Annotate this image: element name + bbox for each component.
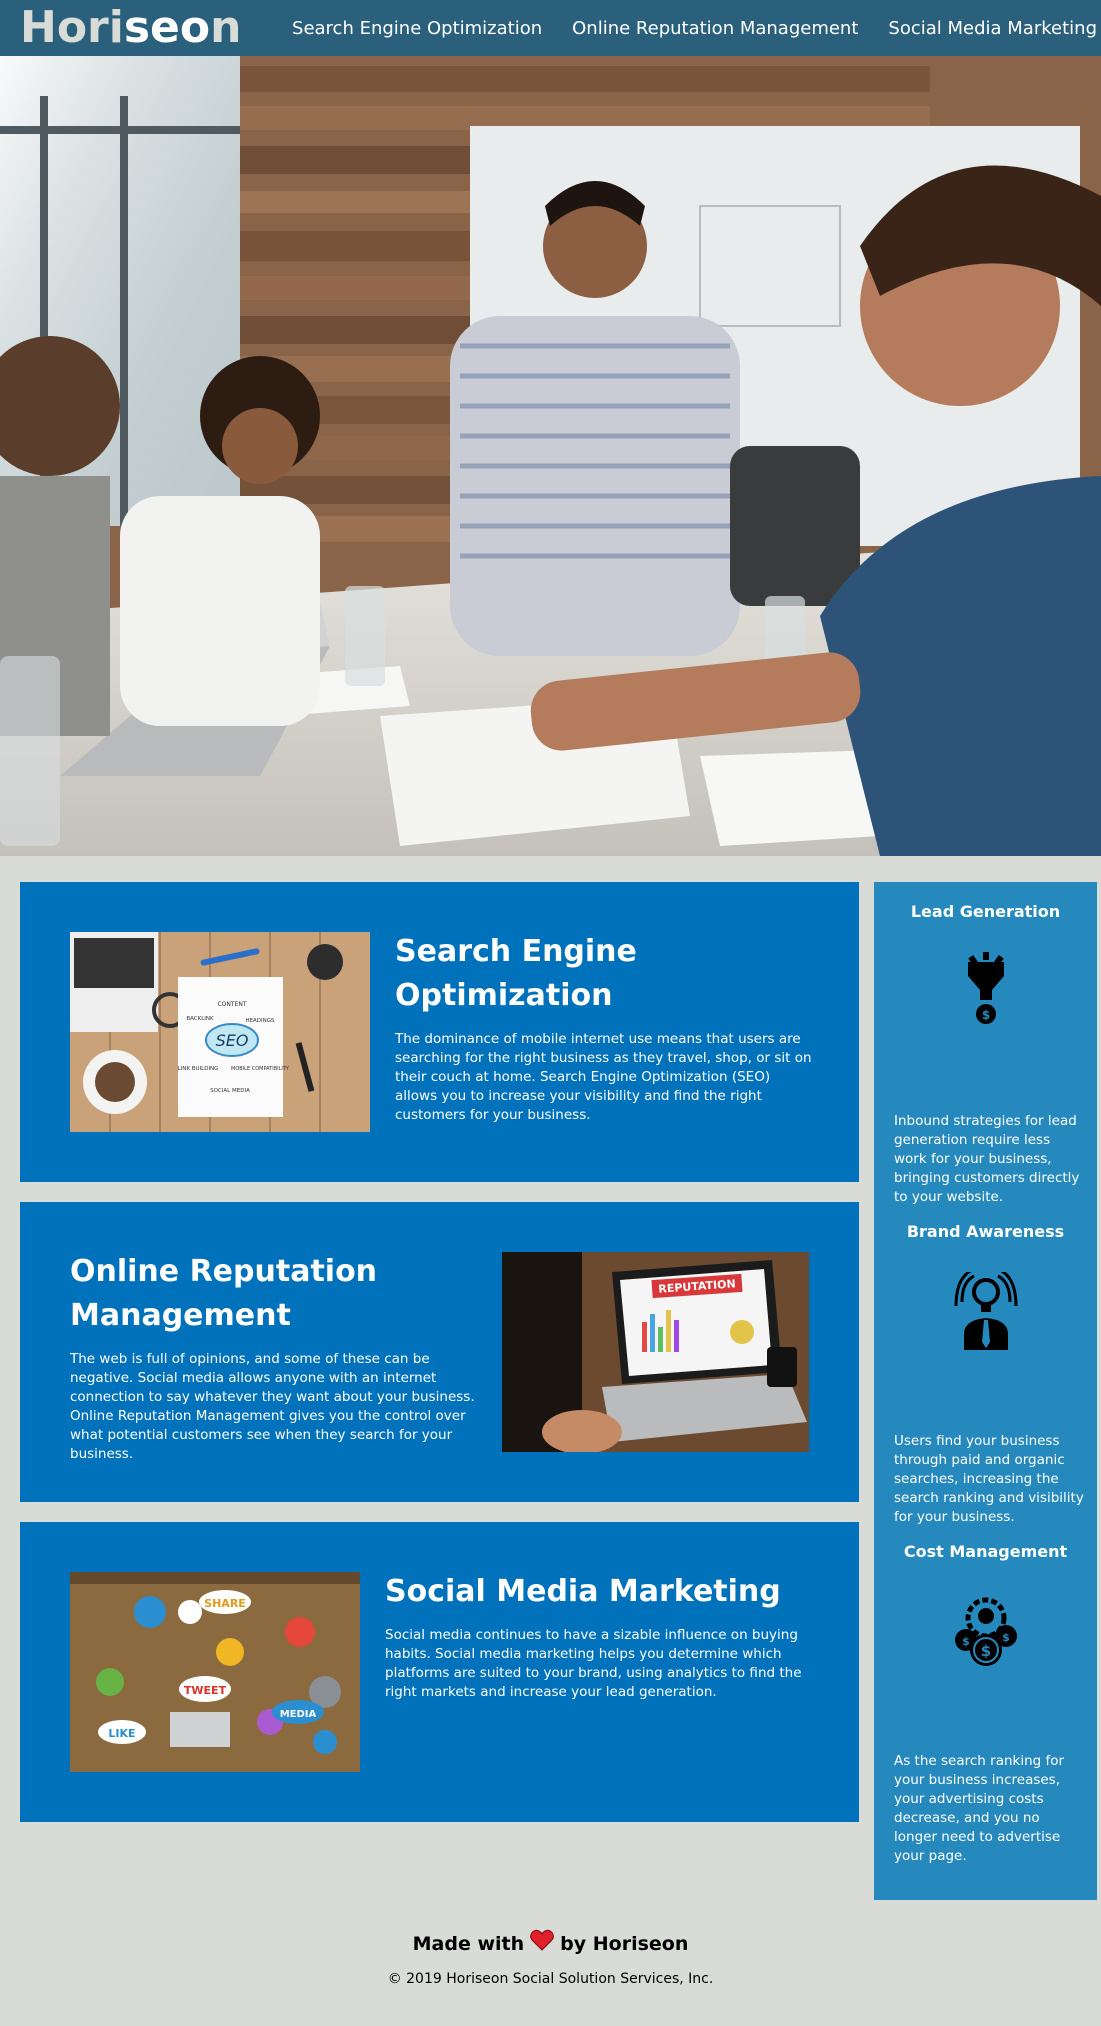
- site-footer: Made with by Horiseon © 2019 Horiseon Soc…: [0, 1920, 1101, 1989]
- made-with-text: Made with: [412, 1933, 525, 1955]
- tweet-word: TWEET: [184, 1684, 227, 1697]
- svg-text:$: $: [1002, 1631, 1010, 1644]
- benefit-description: Users find your business through paid an…: [894, 1433, 1084, 1525]
- logo-highlight: seo: [123, 2, 211, 53]
- headings-word: HEADINGS: [245, 1018, 275, 1024]
- svg-text:$: $: [962, 1635, 970, 1648]
- benefit-description: As the search ranking for your business …: [894, 1753, 1065, 1864]
- main-nav: Search Engine Optimization Online Reputa…: [292, 0, 1097, 56]
- benefit-description: Inbound strategies for lead generation r…: [894, 1113, 1080, 1205]
- share-word: SHARE: [204, 1597, 246, 1610]
- seo-description: The dominance of mobile internet use mea…: [395, 1031, 812, 1123]
- social-image: SHARE TWEET LIKE MEDIA: [70, 1572, 360, 1772]
- site-logo[interactable]: Horiseon: [20, 2, 241, 54]
- content-word: CONTENT: [217, 1001, 246, 1008]
- mobile-word: MOBILE COMPATIBILITY: [231, 1066, 290, 1072]
- media-word: MEDIA: [280, 1709, 317, 1720]
- social-word: SOCIAL MEDIA: [210, 1088, 250, 1094]
- by-horiseon-text: by Horiseon: [560, 1933, 689, 1955]
- nav-link-social-media[interactable]: Social Media Marketing: [888, 18, 1097, 39]
- site-header: Horiseon Search Engine Optimization Onli…: [0, 0, 1101, 56]
- social-card: SHARE TWEET LIKE MEDIA Social Media Mark…: [20, 1522, 859, 1822]
- benefit-title: Brand Awareness: [906, 1222, 1065, 1241]
- benefit-cost-management: Cost Management $ $ $ As the search rank…: [874, 1542, 1097, 1864]
- footer-tagline: Made with by Horiseon: [0, 1920, 1101, 1969]
- seo-illustration: SEO CONTENT BACKLINK HEADINGS LINK BUILD…: [70, 932, 370, 1132]
- benefit-brand-awareness: Brand Awareness Users find your business…: [874, 1222, 1097, 1525]
- hero-photo: [0, 56, 1101, 856]
- like-word: LIKE: [108, 1727, 135, 1740]
- social-description: Social media continues to have a sizable…: [385, 1627, 802, 1700]
- backlink-word: BACKLINK: [186, 1016, 214, 1022]
- copyright-text: © 2019 Horiseon Social Solution Services…: [387, 1970, 714, 1987]
- reputation-illustration: REPUTATION: [502, 1252, 809, 1452]
- cost-management-icon: $ $ $: [954, 1592, 1018, 1672]
- nav-link-reputation[interactable]: Online Reputation Management: [572, 18, 858, 39]
- benefit-title: Lead Generation: [910, 902, 1061, 921]
- lead-generation-icon: $: [954, 952, 1018, 1032]
- svg-text:$: $: [981, 1642, 991, 1660]
- reputation-title: Online Reputation Management: [70, 1254, 378, 1333]
- link-building-word: LINK BUILDING: [178, 1066, 219, 1072]
- heart-icon: [530, 1921, 555, 1969]
- brand-awareness-icon: [954, 1268, 1018, 1352]
- seo-title: Search Engine Optimization: [395, 934, 637, 1013]
- reputation-description: The web is full of opinions, and some of…: [70, 1351, 475, 1462]
- logo-suffix: n: [210, 2, 242, 53]
- reputation-card: Online Reputation Management The web is …: [20, 1202, 859, 1502]
- seo-card: SEO CONTENT BACKLINK HEADINGS LINK BUILD…: [20, 882, 859, 1182]
- social-illustration: SHARE TWEET LIKE MEDIA: [70, 1572, 360, 1772]
- seo-word: SEO: [216, 1031, 249, 1050]
- logo-prefix: Hori: [20, 2, 124, 53]
- benefits-sidebar: Lead Generation $ Inbound strategies for…: [874, 882, 1097, 1900]
- svg-text:$: $: [982, 1008, 990, 1022]
- hero-image: [0, 56, 1101, 856]
- benefit-title: Cost Management: [903, 1542, 1068, 1561]
- benefit-lead-generation: Lead Generation $ Inbound strategies for…: [874, 902, 1097, 1205]
- seo-image: SEO CONTENT BACKLINK HEADINGS LINK BUILD…: [70, 932, 370, 1132]
- nav-link-seo[interactable]: Search Engine Optimization: [292, 18, 542, 39]
- reputation-image: REPUTATION: [502, 1252, 809, 1452]
- social-title: Social Media Marketing: [385, 1574, 781, 1609]
